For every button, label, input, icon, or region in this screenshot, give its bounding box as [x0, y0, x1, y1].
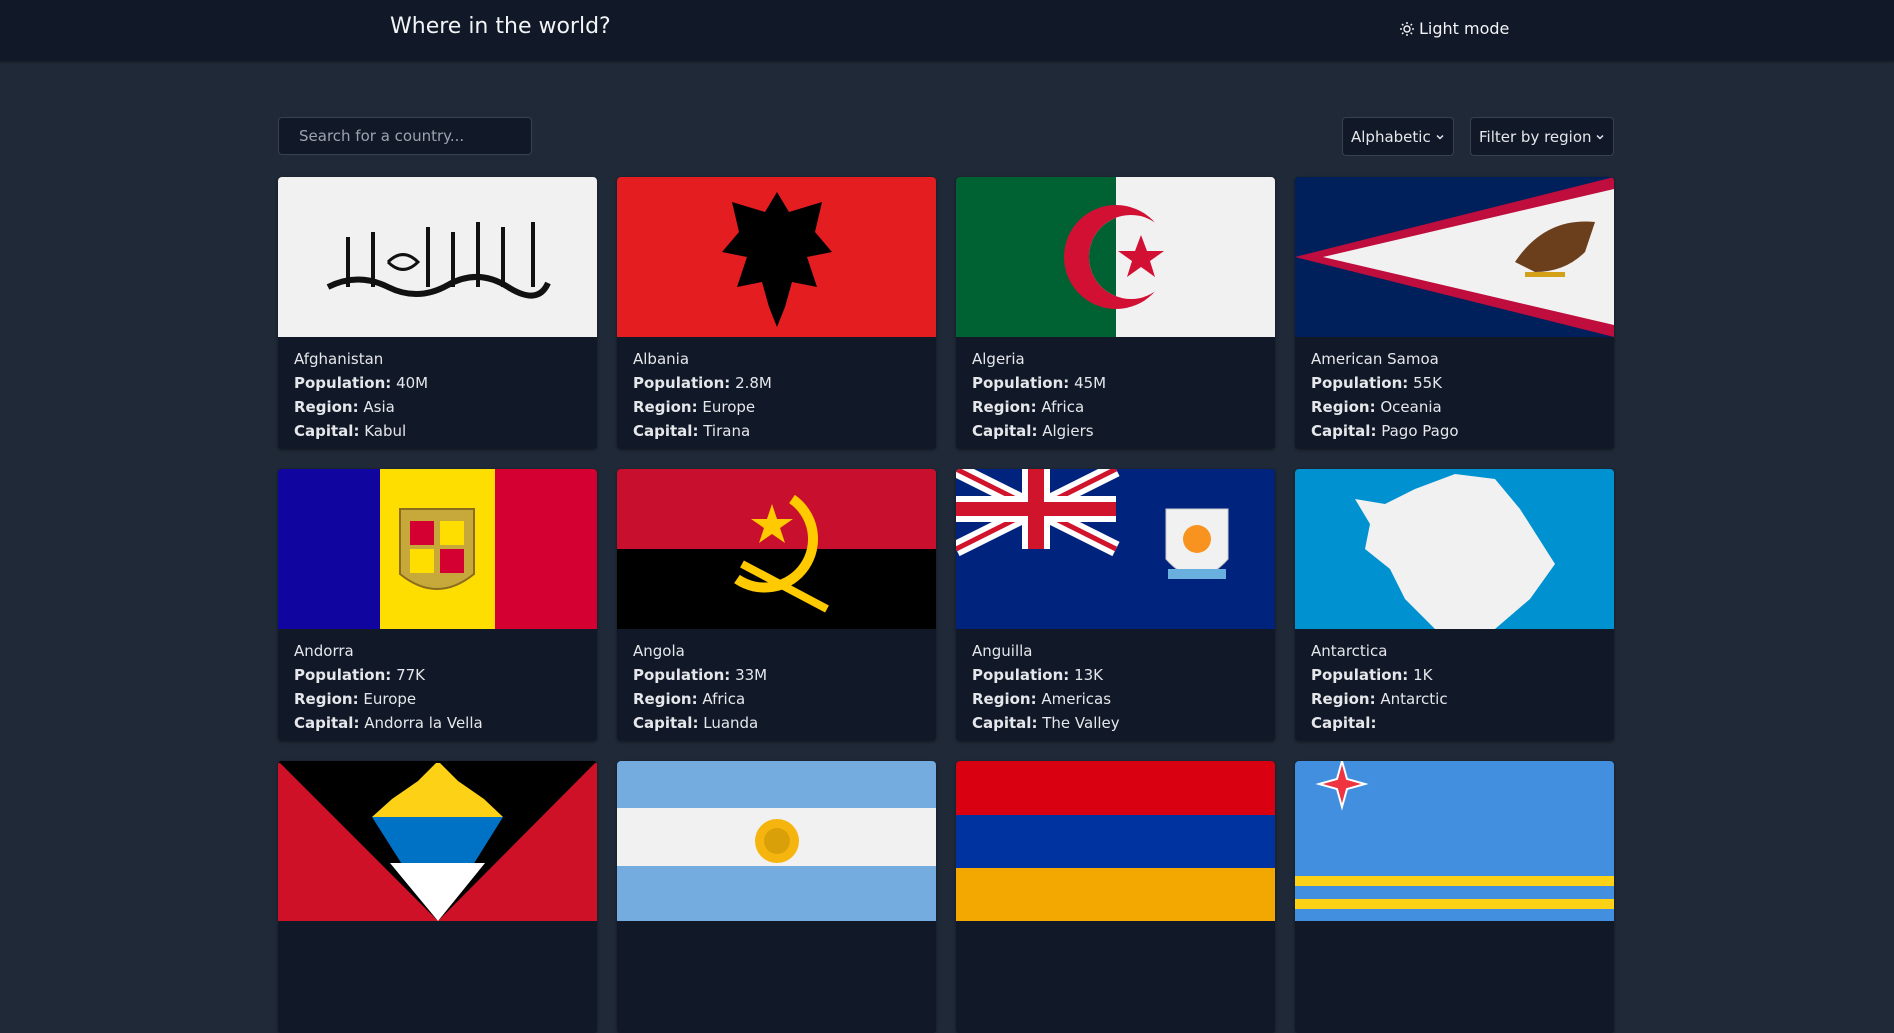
app-header: Where in the world? Light mode [0, 0, 1894, 61]
country-name: Algeria [972, 350, 1025, 368]
region-row: Region: Americas [972, 690, 1112, 708]
region-row: Region: Africa [972, 398, 1085, 416]
flag-algeria [956, 177, 1275, 337]
flag-antarctica [1295, 469, 1614, 629]
flag-antigua-and-barbuda [278, 761, 597, 921]
capital-row: Capital: Luanda [633, 714, 759, 732]
chevron-down-icon [1596, 134, 1604, 140]
country-name: Angola [633, 642, 685, 660]
country-name: Anguilla [972, 642, 1033, 660]
population-row: Population: 77K [294, 666, 425, 684]
region-row: Region: Antarctic [1311, 690, 1448, 708]
country-card[interactable]: American Samoa Population: 55K Region: O… [1295, 177, 1614, 449]
population-row: Population: 33M [633, 666, 768, 684]
country-card[interactable] [617, 761, 936, 1033]
capital-row: Capital: Kabul [294, 422, 407, 440]
country-name: Antarctica [1311, 642, 1388, 660]
capital-row: Capital: [1311, 714, 1377, 732]
population-row: Population: 40M [294, 374, 429, 392]
region-row: Region: Africa [633, 690, 746, 708]
search-input[interactable] [278, 117, 532, 155]
region-row: Region: Oceania [1311, 398, 1442, 416]
app-title: Where in the world? [390, 14, 611, 39]
capital-row: Capital: Algiers [972, 422, 1094, 440]
flag-albania [617, 177, 936, 337]
population-row: Population: 13K [972, 666, 1103, 684]
country-name: Afghanistan [294, 350, 384, 368]
region-filter-select[interactable]: Filter by region [1470, 117, 1614, 156]
country-card[interactable]: Afghanistan Population: 40M Region: Asia… [278, 177, 597, 449]
country-name: American Samoa [1311, 350, 1439, 368]
region-row: Region: Europe [294, 690, 417, 708]
sort-select-value: Alphabetic [1351, 127, 1431, 146]
sun-icon [1400, 21, 1414, 36]
country-name: Andorra [294, 642, 354, 660]
theme-toggle-button[interactable]: Light mode [1400, 19, 1509, 38]
country-card[interactable]: Angola Population: 33M Region: Africa Ca… [617, 469, 936, 741]
population-row: Population: 2.8M [633, 374, 772, 392]
theme-toggle-label: Light mode [1419, 19, 1510, 38]
flag-andorra [278, 469, 597, 629]
country-card[interactable]: Albania Population: 2.8M Region: Europe … [617, 177, 936, 449]
population-row: Population: 1K [1311, 666, 1433, 684]
capital-row: Capital: Tirana [633, 422, 751, 440]
country-name: Albania [633, 350, 690, 368]
country-card[interactable]: Antarctica Population: 1K Region: Antarc… [1295, 469, 1614, 741]
country-card[interactable] [956, 761, 1275, 1033]
country-card[interactable] [278, 761, 597, 1033]
flag-anguilla [956, 469, 1275, 629]
capital-row: Capital: Pago Pago [1311, 422, 1459, 440]
population-row: Population: 55K [1311, 374, 1442, 392]
sort-select[interactable]: Alphabetic [1342, 117, 1454, 156]
region-row: Region: Asia [294, 398, 395, 416]
flag-argentina [617, 761, 936, 921]
chevron-down-icon [1436, 134, 1444, 140]
country-card[interactable] [1295, 761, 1614, 1033]
flag-aruba [1295, 761, 1614, 921]
country-card[interactable]: Andorra Population: 77K Region: Europe C… [278, 469, 597, 741]
flag-afghanistan [278, 177, 597, 337]
country-card[interactable]: Anguilla Population: 13K Region: America… [956, 469, 1275, 741]
capital-row: Capital: Andorra la Vella [294, 714, 483, 732]
flag-angola [617, 469, 936, 629]
population-row: Population: 45M [972, 374, 1107, 392]
flag-american-samoa [1295, 177, 1614, 337]
country-card[interactable]: Algeria Population: 45M Region: Africa C… [956, 177, 1275, 449]
region-row: Region: Europe [633, 398, 756, 416]
region-select-value: Filter by region [1479, 127, 1592, 146]
capital-row: Capital: The Valley [972, 714, 1120, 732]
flag-armenia [956, 761, 1275, 921]
